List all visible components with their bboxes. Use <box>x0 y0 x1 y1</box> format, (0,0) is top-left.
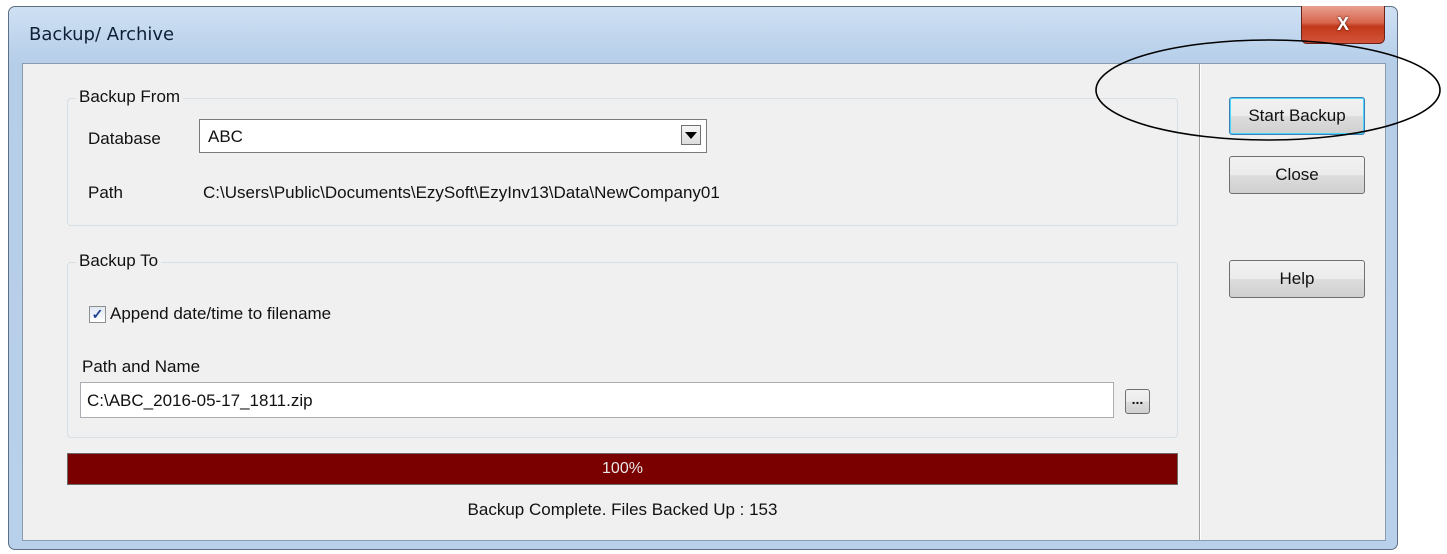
browse-button-label: ... <box>1131 390 1144 407</box>
append-datetime-label[interactable]: Append date/time to filename <box>110 304 331 324</box>
database-select[interactable]: ABC <box>199 119 707 153</box>
help-button[interactable]: Help <box>1229 260 1365 298</box>
database-select-value: ABC <box>208 127 243 146</box>
highlight-ellipse <box>1095 39 1441 141</box>
backup-to-legend: Backup To <box>76 251 162 271</box>
close-button-label: Close <box>1275 165 1319 184</box>
source-path-value: C:\Users\Public\Documents\EzySoft\EzyInv… <box>203 183 720 202</box>
backup-to-group: Backup To ✓ Append date/time to filename… <box>67 251 1178 438</box>
progress-label: 100% <box>602 460 643 477</box>
path-and-name-input[interactable]: C:\ABC_2016-05-17_1811.zip <box>80 382 1114 418</box>
database-label: Database <box>88 129 161 148</box>
append-datetime-checkbox[interactable]: ✓ <box>89 306 106 323</box>
close-button[interactable]: Close <box>1229 156 1365 194</box>
path-and-name-label: Path and Name <box>82 357 201 376</box>
close-icon: X <box>1336 14 1349 34</box>
status-message: Backup Complete. Files Backed Up : 153 <box>467 500 778 519</box>
browse-button[interactable]: ... <box>1125 389 1150 414</box>
backup-from-group: Backup From Database ABC Path C:\Users\P… <box>67 87 1178 226</box>
window-title: Backup/ Archive <box>29 24 175 45</box>
path-label: Path <box>88 183 123 202</box>
check-icon: ✓ <box>91 306 104 322</box>
backup-progress-bar: 100% <box>67 453 1178 485</box>
chevron-down-icon[interactable] <box>681 125 701 145</box>
backup-from-legend: Backup From <box>76 87 184 107</box>
help-button-label: Help <box>1279 269 1315 288</box>
path-and-name-value: C:\ABC_2016-05-17_1811.zip <box>87 391 313 410</box>
